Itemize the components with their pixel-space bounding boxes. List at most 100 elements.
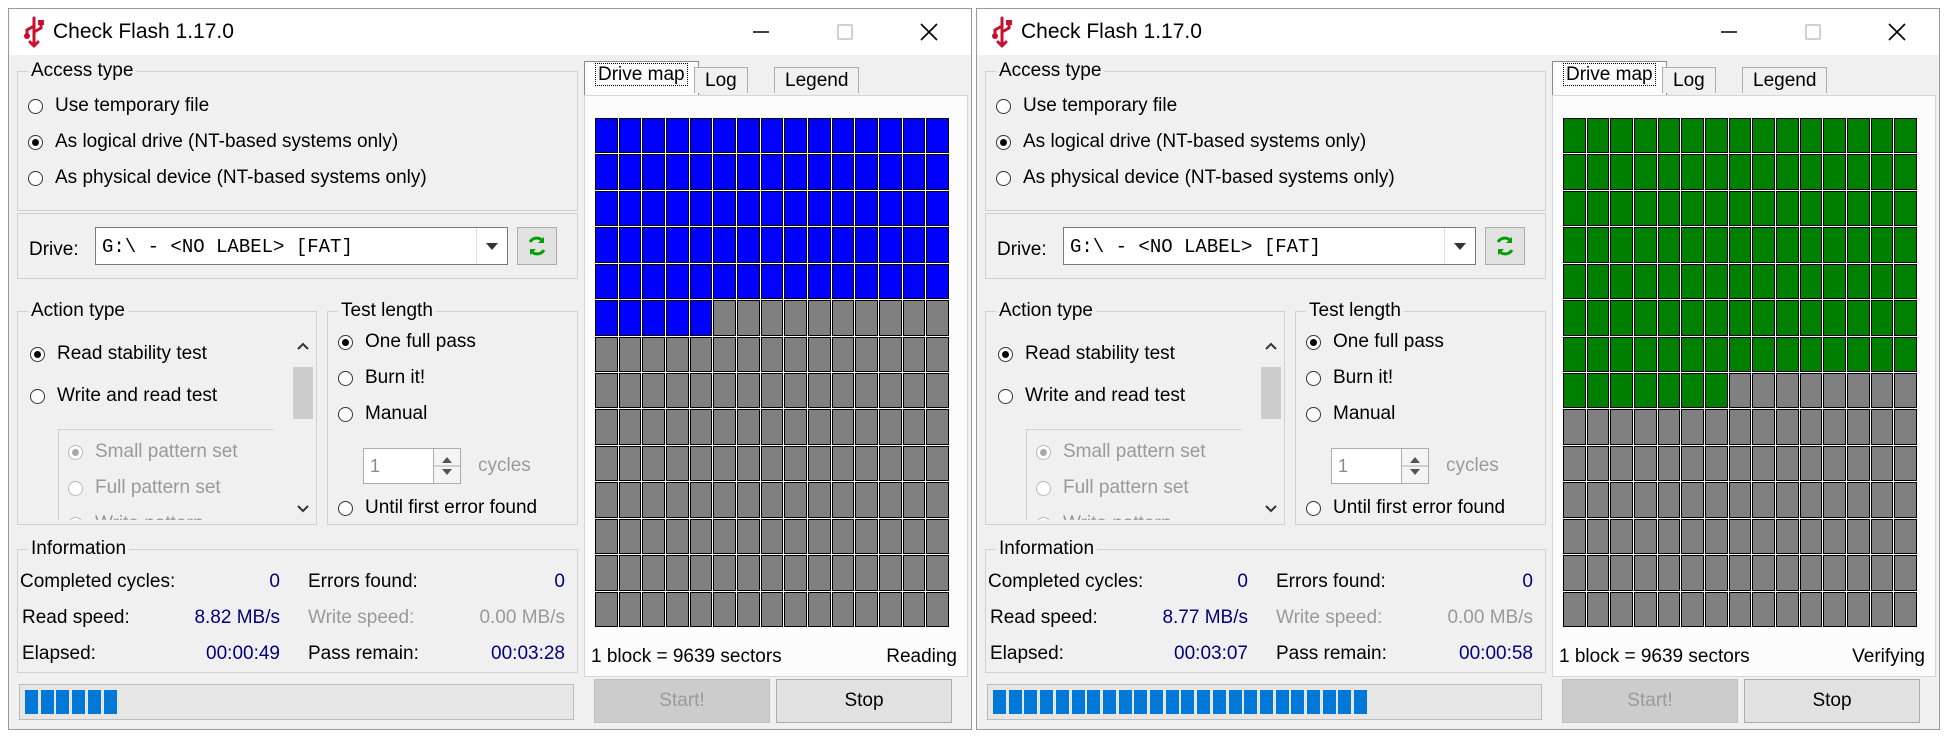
radio-icon [1306,370,1321,386]
length-option-manual[interactable]: Manual [1306,401,1395,427]
drive-map-block [642,118,665,154]
action-type-list[interactable]: Read stability test Write and read test … [998,337,1276,520]
action-list-scrollbar[interactable] [1258,335,1284,520]
drive-map-block [689,154,713,190]
maximize-button[interactable] [1771,9,1855,55]
drive-map-block [926,300,949,336]
refresh-drives-button[interactable] [517,227,557,265]
chevron-up-icon[interactable] [1264,341,1278,351]
maximize-button[interactable] [803,9,887,55]
drive-map-block [1823,591,1846,627]
close-button[interactable] [887,9,971,55]
action-type-list[interactable]: Read stability test Write and read test … [30,337,308,520]
action-option-read-stability[interactable]: Read stability test [998,341,1175,367]
tab-log[interactable]: Log [1662,67,1716,93]
tab-log[interactable]: Log [694,67,748,93]
drive-map-block [879,227,902,263]
close-button[interactable] [1855,9,1939,55]
length-option-until-error[interactable]: Until first error found [1306,495,1505,521]
progress-segment [1150,690,1163,714]
drive-map-block [1847,409,1870,445]
drive-map-block [808,300,831,336]
read-speed-label: Read speed: [22,607,130,628]
drive-map-block [1586,336,1610,372]
drive-map-block [1894,373,1917,409]
access-option-logical-drive[interactable]: As logical drive (NT-based systems only) [28,129,398,155]
chevron-down-icon[interactable] [1444,228,1475,264]
title-bar[interactable]: Check Flash 1.17.0 [977,9,1939,55]
access-option-physical-device[interactable]: As physical device (NT-based systems onl… [28,165,427,191]
drive-map-block [808,482,831,518]
action-option-write-and-read[interactable]: Write and read test [30,383,217,409]
drive-map-block [1610,555,1633,591]
length-option-one-pass[interactable]: One full pass [338,329,476,355]
option-label: Manual [1333,403,1396,424]
drive-map-block [713,555,736,591]
information-legend: Information [999,538,1095,559]
drive-map-block [1823,482,1846,518]
stop-button[interactable]: Stop [776,679,952,723]
access-option-physical-device[interactable]: As physical device (NT-based systems onl… [996,165,1395,191]
drive-map-block [1847,445,1870,482]
drive-map-block [879,154,902,190]
drive-map-block [1634,482,1657,518]
drive-map-block [831,518,855,555]
access-option-temporary-file[interactable]: Use temporary file [28,93,209,119]
action-list-scrollbar[interactable] [290,335,316,520]
drive-map-block [1728,591,1752,627]
drive-map-block [1870,518,1894,555]
drive-map-block [666,190,689,227]
length-option-manual[interactable]: Manual [338,401,427,427]
drive-map-block [1634,373,1657,409]
drive-map-block [1752,409,1775,445]
drive-map-block [855,118,878,154]
length-option-until-error[interactable]: Until first error found [338,495,537,521]
drive-map-block [760,336,784,372]
tab-legend[interactable]: Legend [1742,67,1828,93]
drive-map-block [1799,190,1823,227]
drive-map-block [1799,482,1823,518]
progress-segment [40,690,54,714]
stop-button[interactable]: Stop [1744,679,1920,723]
check-flash-window: Check Flash 1.17.0 Access type Use tempo… [8,8,972,730]
scrollbar-thumb[interactable] [1261,367,1281,419]
drive-map-block [926,555,949,591]
drive-map-block [1563,409,1586,445]
drive-map-block [713,263,736,300]
drive-select[interactable]: G:\ - <NO LABEL> [FAT] [95,227,508,265]
drive-map-block [1563,336,1586,372]
length-option-one-pass[interactable]: One full pass [1306,329,1444,355]
start-button[interactable]: Start! [1562,679,1738,723]
length-option-burn-it[interactable]: Burn it! [1306,365,1393,391]
drive-map-block [1634,300,1657,336]
drive-map-block [1681,300,1704,336]
minimize-button[interactable] [719,9,803,55]
option-label: One full pass [365,331,476,352]
radio-icon [28,98,43,114]
chevron-up-icon[interactable] [296,341,310,351]
drive-map-block [1752,190,1775,227]
chevron-down-icon[interactable] [296,504,310,514]
scrollbar-thumb[interactable] [293,367,313,419]
refresh-drives-button[interactable] [1485,227,1525,265]
drive-select[interactable]: G:\ - <NO LABEL> [FAT] [1063,227,1476,265]
access-option-logical-drive[interactable]: As logical drive (NT-based systems only) [996,129,1366,155]
length-option-burn-it[interactable]: Burn it! [338,365,425,391]
check-flash-window: Check Flash 1.17.0 Access type Use tempo… [976,8,1940,730]
title-bar[interactable]: Check Flash 1.17.0 [9,9,971,55]
drive-map-block [642,409,665,445]
drive-map-block [1657,118,1681,154]
chevron-down-icon[interactable] [476,228,507,264]
minimize-button[interactable] [1687,9,1771,55]
drive-map-block [760,263,784,300]
tab-drive-map[interactable]: Drive map [584,61,699,95]
tab-drive-map[interactable]: Drive map [1552,61,1667,95]
action-option-read-stability[interactable]: Read stability test [30,341,207,367]
access-option-temporary-file[interactable]: Use temporary file [996,93,1177,119]
start-button[interactable]: Start! [594,679,770,723]
chevron-down-icon[interactable] [1264,504,1278,514]
write-speed-value: 0.00 MB/s [1447,607,1533,628]
action-option-write-and-read[interactable]: Write and read test [998,383,1185,409]
drive-map-block [1563,591,1586,627]
tab-legend[interactable]: Legend [774,67,860,93]
